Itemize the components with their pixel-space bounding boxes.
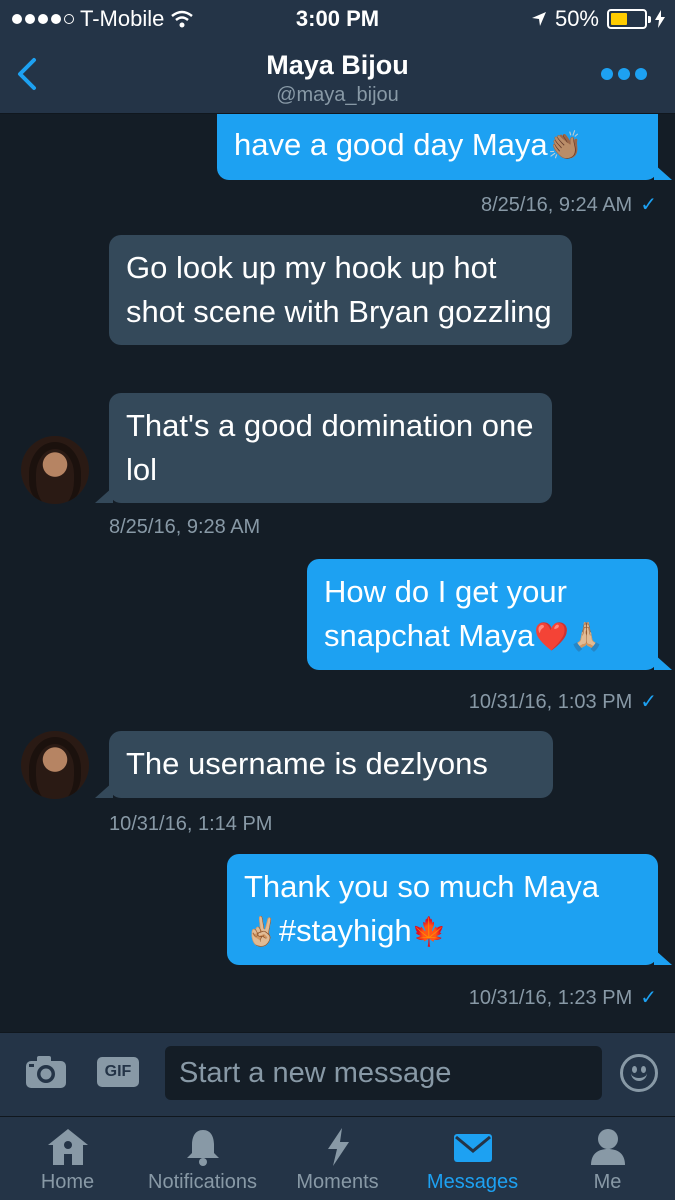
- battery-icon: [607, 9, 651, 29]
- heart-and-praying-hands-emoji: ❤️🙏🏼: [534, 620, 604, 653]
- envelope-icon: [453, 1134, 492, 1162]
- charging-bolt-icon: [655, 10, 665, 28]
- incoming-message[interactable]: The username is dezlyons: [95, 731, 553, 798]
- message-thread[interactable]: have a good day Maya👏🏽 8/25/16, 9:24 AM ✓…: [0, 114, 675, 1032]
- tab-home[interactable]: Home: [0, 1117, 135, 1200]
- contact-avatar[interactable]: [21, 731, 89, 799]
- outgoing-message[interactable]: have a good day Maya👏🏽: [217, 114, 672, 180]
- tab-me[interactable]: Me: [540, 1117, 675, 1200]
- clapping-hands-emoji: 👏🏽: [547, 129, 583, 162]
- camera-button[interactable]: [25, 1055, 67, 1089]
- tab-moments[interactable]: Moments: [270, 1117, 405, 1200]
- tab-label: Home: [40, 1171, 95, 1193]
- incoming-message[interactable]: Go look up my hook up hot shot scene wit…: [109, 235, 572, 345]
- outgoing-message[interactable]: How do I get your snapchat Maya❤️🙏🏼: [307, 559, 672, 670]
- outgoing-message[interactable]: Thank you so much Maya ✌🏼#stayhigh🍁: [227, 854, 672, 965]
- tab-label: Messages: [426, 1171, 519, 1193]
- bell-icon: [186, 1130, 219, 1166]
- battery-percent: 50%: [554, 6, 599, 31]
- contact-name[interactable]: Maya Bijou: [0, 50, 675, 81]
- contact-handle: @maya_bijou: [276, 84, 399, 106]
- conversation-header: Maya Bijou @maya_bijou: [0, 38, 675, 114]
- more-options-button[interactable]: [601, 68, 647, 80]
- lightning-icon: [327, 1128, 349, 1166]
- tab-bar: Home Notifications Moments Messages Me: [0, 1116, 675, 1200]
- message-composer: GIF: [0, 1032, 675, 1116]
- location-arrow-icon: [531, 12, 546, 26]
- gif-button[interactable]: GIF: [97, 1057, 139, 1087]
- message-timestamp: 10/31/16, 1:14 PM: [109, 813, 273, 835]
- tab-label: Moments: [296, 1171, 379, 1193]
- read-check-icon: ✓: [640, 987, 657, 1009]
- maple-leaf-emoji: 🍁: [411, 915, 447, 948]
- home-icon: [47, 1129, 88, 1165]
- contact-avatar[interactable]: [21, 436, 89, 504]
- message-input[interactable]: [165, 1046, 602, 1100]
- emoji-button[interactable]: [620, 1054, 658, 1092]
- tab-label: Me: [593, 1171, 622, 1193]
- person-icon: [590, 1129, 625, 1165]
- victory-hand-emoji: ✌🏼: [244, 915, 279, 948]
- message-timestamp: 10/31/16, 1:03 PM ✓: [468, 691, 657, 713]
- status-bar: T-Mobile 3:00 PM 50%: [0, 0, 675, 38]
- incoming-message[interactable]: That's a good domination one lol: [95, 393, 552, 503]
- tab-label: Notifications: [148, 1171, 257, 1193]
- read-check-icon: ✓: [640, 194, 657, 216]
- read-check-icon: ✓: [640, 691, 657, 713]
- message-timestamp: 8/25/16, 9:24 AM ✓: [481, 194, 657, 216]
- tab-messages[interactable]: Messages: [405, 1117, 540, 1200]
- message-timestamp: 10/31/16, 1:23 PM ✓: [468, 987, 657, 1009]
- status-right: 50%: [531, 6, 665, 32]
- message-timestamp: 8/25/16, 9:28 AM: [109, 516, 261, 538]
- tab-notifications[interactable]: Notifications: [135, 1117, 270, 1200]
- battery-level: [611, 13, 627, 25]
